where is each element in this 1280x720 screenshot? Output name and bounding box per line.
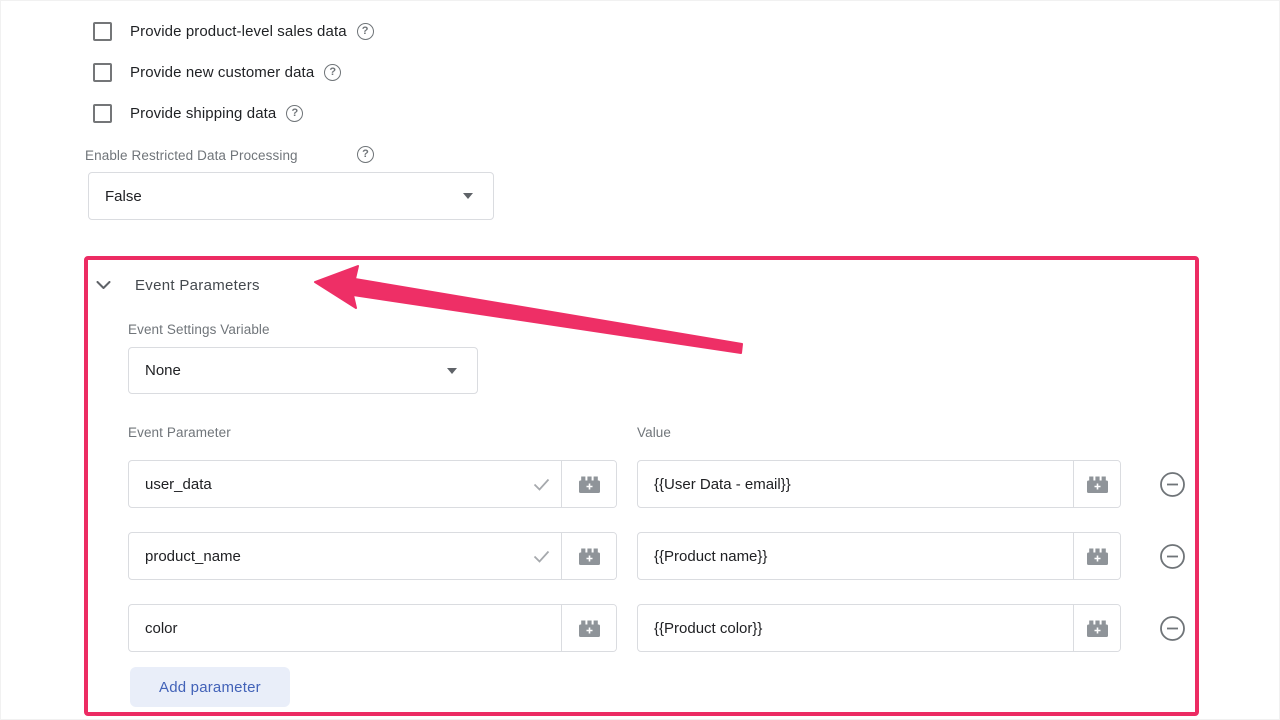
product-sales-checkbox[interactable] (93, 22, 112, 41)
remove-row-button[interactable] (1159, 615, 1186, 642)
variable-picker-icon[interactable] (562, 461, 616, 507)
section-title: Event Parameters (135, 277, 260, 294)
param-name-value: product_name (129, 548, 521, 565)
restricted-processing-select[interactable]: False (88, 172, 494, 220)
event-settings-variable-value: None (129, 362, 447, 379)
chevron-down-icon (96, 281, 111, 290)
brick-plus-icon (578, 547, 601, 566)
brick-plus-icon (578, 619, 601, 638)
param-name-field[interactable]: color (128, 604, 617, 652)
remove-row-button[interactable] (1159, 543, 1186, 570)
help-icon[interactable]: ? (286, 105, 303, 122)
minus-circle-icon (1159, 615, 1186, 642)
brick-plus-icon (578, 475, 601, 494)
param-value-value: {{Product color}} (638, 620, 1073, 637)
help-icon[interactable]: ? (357, 23, 374, 40)
param-value-field[interactable]: {{Product color}} (637, 604, 1121, 652)
checkbox-row-product-sales: Provide product-level sales data ? (93, 20, 374, 42)
dropdown-caret-icon (447, 368, 457, 374)
question-glyph: ? (292, 108, 299, 119)
minus-circle-icon (1159, 471, 1186, 498)
checkmark-icon (521, 550, 561, 563)
param-name-value: color (129, 620, 561, 637)
column-header-value: Value (637, 425, 671, 440)
restricted-processing-label: Enable Restricted Data Processing (85, 148, 298, 163)
brick-plus-icon (1086, 547, 1109, 566)
checkmark-icon (521, 478, 561, 491)
help-icon[interactable]: ? (357, 146, 374, 163)
brick-plus-icon (1086, 619, 1109, 638)
event-settings-variable-label: Event Settings Variable (128, 322, 270, 337)
shipping-label: Provide shipping data (130, 105, 276, 122)
event-settings-variable-select[interactable]: None (128, 347, 478, 394)
question-glyph: ? (329, 67, 336, 78)
variable-picker-icon[interactable] (1074, 605, 1120, 651)
param-value-value: {{User Data - email}} (638, 476, 1073, 493)
param-name-field[interactable]: product_name (128, 532, 617, 580)
param-value-field[interactable]: {{User Data - email}} (637, 460, 1121, 508)
dropdown-caret-icon (463, 193, 473, 199)
help-icon[interactable]: ? (324, 64, 341, 81)
new-customer-label: Provide new customer data (130, 64, 314, 81)
product-sales-label: Provide product-level sales data (130, 23, 347, 40)
variable-picker-icon[interactable] (562, 533, 616, 579)
param-name-value: user_data (129, 476, 521, 493)
param-name-field[interactable]: user_data (128, 460, 617, 508)
variable-picker-icon[interactable] (1074, 461, 1120, 507)
minus-circle-icon (1159, 543, 1186, 570)
question-glyph: ? (362, 26, 369, 37)
checkbox-row-new-customer: Provide new customer data ? (93, 61, 341, 83)
param-value-value: {{Product name}} (638, 548, 1073, 565)
restricted-processing-value: False (89, 188, 463, 205)
variable-picker-icon[interactable] (1074, 533, 1120, 579)
brick-plus-icon (1086, 475, 1109, 494)
event-parameters-section-header[interactable]: Event Parameters (96, 277, 260, 294)
param-value-field[interactable]: {{Product name}} (637, 532, 1121, 580)
checkbox-row-shipping: Provide shipping data ? (93, 102, 303, 124)
column-header-parameter: Event Parameter (128, 425, 231, 440)
remove-row-button[interactable] (1159, 471, 1186, 498)
shipping-checkbox[interactable] (93, 104, 112, 123)
new-customer-checkbox[interactable] (93, 63, 112, 82)
add-parameter-button[interactable]: Add parameter (130, 667, 290, 707)
question-glyph: ? (362, 149, 369, 160)
gtm-tag-configuration-panel: Provide product-level sales data ? Provi… (0, 0, 1280, 720)
variable-picker-icon[interactable] (562, 605, 616, 651)
